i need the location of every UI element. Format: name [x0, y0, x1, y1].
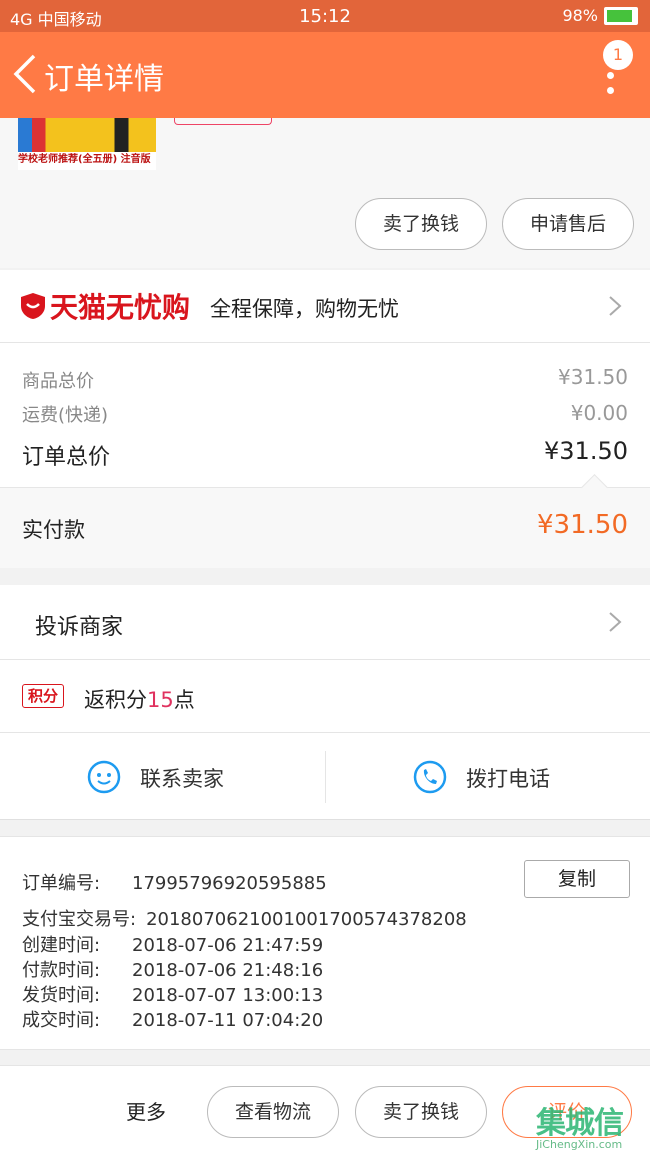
- product-tag: [174, 118, 272, 125]
- points-badge: 积分: [22, 684, 64, 708]
- status-bar: 4G 中国移动 15:12 98%: [0, 0, 650, 32]
- sell-exchange-button-bottom[interactable]: 卖了换钱: [355, 1086, 487, 1138]
- call-phone-label: 拨打电话: [466, 767, 550, 791]
- shipping-value: ¥0.00: [570, 401, 628, 425]
- created-time-line: 创建时间: 2018-07-06 21:47:59: [22, 931, 323, 957]
- tmall-guarantee-row[interactable]: 天猫无忧购 全程保障，购物无忧: [0, 270, 650, 343]
- alipay-trade-key: 支付宝交易号:: [22, 909, 137, 930]
- goods-total-value: ¥31.50: [558, 365, 628, 389]
- more-dots-icon: [606, 72, 614, 79]
- apply-after-sale-button[interactable]: 申请售后: [502, 198, 634, 250]
- chevron-right-icon: [609, 296, 622, 316]
- paid-time-value: 2018-07-06 21:48:16: [132, 960, 324, 981]
- paid-time-line: 付款时间: 2018-07-06 21:48:16: [22, 956, 323, 982]
- created-time-key: 创建时间:: [22, 935, 101, 956]
- watermark-logo: 集城信 JiChengXin.com: [536, 1098, 648, 1154]
- paid-value: ¥31.50: [537, 510, 628, 540]
- created-time-value: 2018-07-06 21:47:59: [132, 935, 324, 956]
- contact-seller-label: 联系卖家: [140, 767, 224, 791]
- order-info: 订单编号: 17995796920595885 复制 支付宝交易号: 2018070…: [0, 836, 650, 1050]
- points-row: 积分 返积分15点: [0, 660, 650, 733]
- product-image[interactable]: 学校老师推荐(全五册) 注音版: [18, 118, 156, 170]
- notch-arrow: [581, 474, 608, 501]
- complain-label: 投诉商家: [35, 615, 124, 640]
- more-menu-button[interactable]: [600, 60, 620, 100]
- battery-percent: 98%: [562, 6, 598, 25]
- points-prefix: 返积分: [84, 688, 147, 712]
- chevron-left-icon: [13, 54, 36, 94]
- points-suffix: 点: [173, 688, 195, 712]
- tmall-slogan: 全程保障，购物无忧: [210, 297, 399, 321]
- shipped-time-line: 发货时间: 2018-07-07 13:00:13: [22, 981, 323, 1007]
- watermark-text: 集城信: [536, 1106, 624, 1141]
- paid-time-key: 付款时间:: [22, 960, 101, 981]
- view-logistics-button[interactable]: 查看物流: [207, 1086, 339, 1138]
- order-total-label: 订单总价: [22, 445, 111, 470]
- order-total-value: ¥31.50: [544, 437, 628, 465]
- complain-seller-row[interactable]: 投诉商家: [0, 585, 650, 660]
- clock: 15:12: [299, 6, 351, 27]
- book-cover-art: [18, 118, 156, 152]
- back-button[interactable]: [10, 52, 40, 96]
- page-title: 订单详情: [44, 62, 164, 97]
- nav-bar: 订单详情 1: [0, 32, 650, 118]
- book-caption: 学校老师推荐(全五册) 注音版: [18, 152, 156, 168]
- goods-total-label: 商品总价: [22, 371, 94, 392]
- copy-button[interactable]: 复制: [524, 860, 630, 898]
- points-amount: 15: [147, 688, 174, 712]
- paid-label: 实付款: [22, 518, 85, 542]
- chat-bubble-icon: [87, 760, 121, 794]
- more-button[interactable]: 更多: [126, 1096, 166, 1125]
- contact-row: 联系卖家 拨打电话: [0, 733, 650, 820]
- completed-time-key: 成交时间:: [22, 1010, 101, 1031]
- sell-exchange-button[interactable]: 卖了换钱: [355, 198, 487, 250]
- battery-icon: [604, 6, 638, 25]
- shipped-time-key: 发货时间:: [22, 985, 101, 1006]
- chevron-right-icon: [609, 612, 622, 632]
- contact-seller-button[interactable]: 联系卖家: [0, 733, 325, 819]
- battery-indicator: 98%: [562, 6, 638, 25]
- tmall-shield-icon: [21, 293, 45, 319]
- call-phone-button[interactable]: 拨打电话: [326, 733, 650, 819]
- order-number-value[interactable]: 17995796920595885: [132, 873, 327, 894]
- price-summary: 商品总价 ¥31.50 运费(快递) ¥0.00 订单总价 ¥31.50 实付款…: [0, 343, 650, 568]
- shipped-time-value: 2018-07-07 13:00:13: [132, 985, 324, 1006]
- order-number-line: 订单编号: 17995796920595885: [22, 869, 327, 895]
- completed-time-line: 成交时间: 2018-07-11 07:04:20: [22, 1006, 323, 1032]
- shipping-label: 运费(快递): [22, 405, 109, 426]
- tmall-brand-text: 天猫无忧购: [50, 291, 191, 324]
- product-card: 学校老师推荐(全五册) 注音版 卖了换钱 申请售后: [0, 118, 650, 268]
- watermark-url: JiChengXin.com: [536, 1138, 623, 1151]
- order-number-key: 订单编号:: [22, 873, 101, 894]
- alipay-trade-line: 支付宝交易号: 2018070621001001700574378208: [22, 905, 467, 931]
- paid-amount-box: 实付款 ¥31.50: [0, 474, 650, 568]
- alipay-trade-value: 2018070621001001700574378208: [146, 909, 467, 930]
- completed-time-value: 2018-07-11 07:04:20: [132, 1010, 324, 1031]
- points-text: 返积分15点: [84, 684, 195, 714]
- phone-icon: [413, 760, 447, 794]
